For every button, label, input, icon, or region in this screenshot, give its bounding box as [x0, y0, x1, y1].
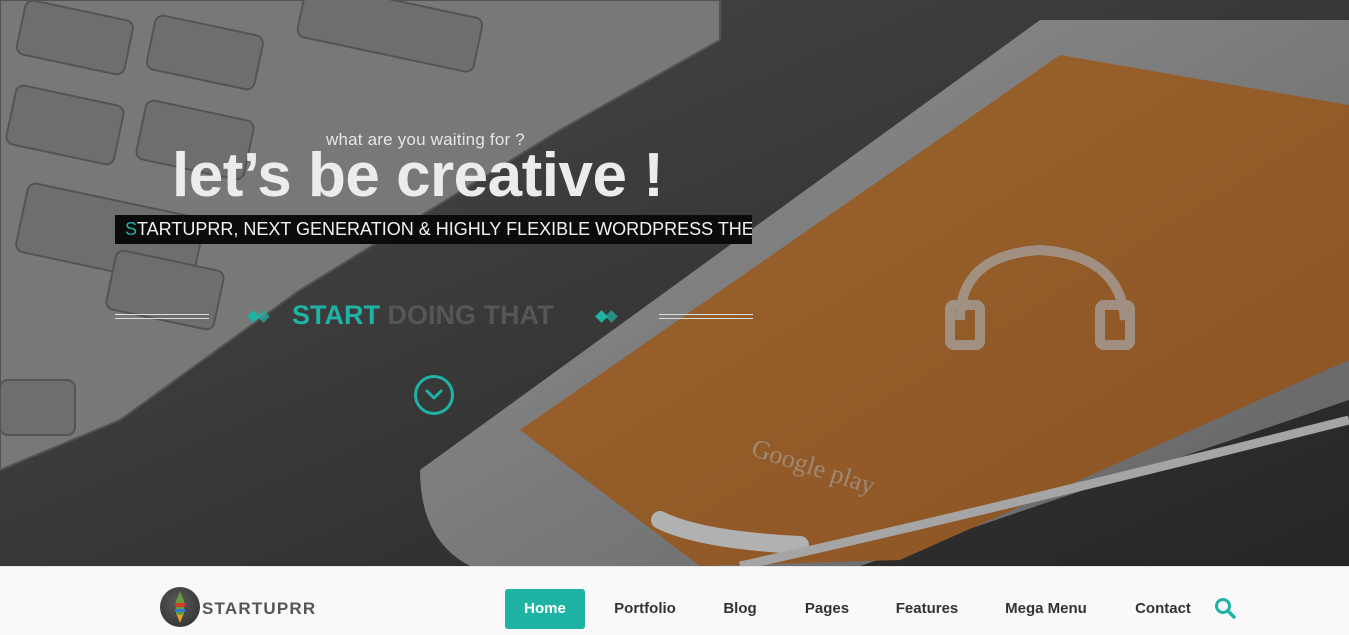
chevron-down-icon	[425, 389, 443, 400]
theme-banner: STARTUPRR, NEXT GENERATION & HIGHLY FLEX…	[115, 215, 752, 244]
scroll-down-button[interactable]	[414, 375, 454, 415]
banner-brand: TARTUPRR	[137, 219, 234, 239]
diamond-right-icon	[595, 310, 623, 324]
nav-item-blog[interactable]: Blog	[715, 589, 765, 629]
search-icon[interactable]	[1214, 597, 1236, 619]
nav-item-pages[interactable]: Pages	[796, 589, 858, 629]
nav-item-features[interactable]: Features	[889, 589, 965, 629]
nav-item-contact[interactable]: Contact	[1126, 589, 1200, 629]
hero-overlay	[0, 0, 1349, 566]
cta-text: START DOING THAT	[292, 300, 553, 331]
nav-item-mega-menu[interactable]: Mega Menu	[997, 589, 1095, 629]
cta-strong: START	[292, 300, 380, 330]
hero-section: Google play what are you waiting for ? l…	[0, 0, 1349, 566]
hero-headline: let’s be creative !	[172, 141, 664, 210]
divider-right	[659, 314, 753, 319]
divider-left	[115, 314, 209, 319]
banner-text: , NEXT GENERATION & HIGHLY FLEXIBLE WORD…	[233, 219, 752, 239]
logo-text: STARTUPRR	[202, 599, 317, 618]
cta-faint: DOING THAT	[380, 300, 554, 330]
main-navbar: STARTUPRR Home Portfolio Blog Pages Feat…	[0, 566, 1349, 635]
nav-item-portfolio[interactable]: Portfolio	[606, 589, 684, 629]
rocket-logo-icon	[160, 587, 200, 627]
nav-item-home[interactable]: Home	[505, 589, 585, 629]
diamond-left-icon	[247, 310, 275, 324]
site-logo[interactable]: STARTUPRR	[160, 587, 330, 629]
banner-accent-letter: S	[125, 219, 138, 239]
